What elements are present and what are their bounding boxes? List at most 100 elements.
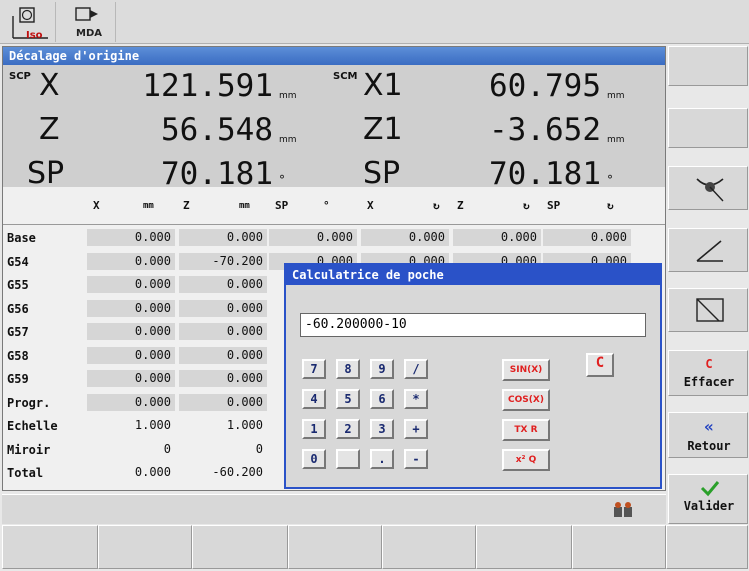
bottom-softkey-6[interactable] [476,525,572,569]
table-cell[interactable]: 0.000 [87,299,175,317]
triangle-softkey[interactable] [668,288,748,332]
valider-softkey[interactable]: Valider [668,474,748,524]
axis-label: X1 [363,68,403,103]
table-cell[interactable]: 0.000 [179,299,267,317]
bottom-softkey-8[interactable] [666,525,748,569]
calculator-key[interactable]: 2 [336,419,360,439]
bottom-softkey-1[interactable] [2,525,98,569]
axis-label: SP [363,156,401,191]
axis-value: 70.181 [489,156,601,192]
calculator-key[interactable]: - [404,449,428,469]
iso-mode-tab[interactable]: Iso [0,2,56,42]
status-bar [2,494,666,524]
axis-value: 70.181 [161,156,273,192]
col-axis: SP [275,199,289,212]
row-label: Base [7,231,36,245]
table-cell[interactable]: 0.000 [453,229,541,246]
bottom-softkey-3[interactable] [192,525,288,569]
table-cell[interactable]: 0.000 [87,464,175,481]
position-display: SCP SCM X 121.591 mm X1 60.795 mm Z 56.5… [3,65,665,203]
table-cell[interactable]: 0.000 [179,323,267,340]
table-cell[interactable]: 0.000 [179,229,267,246]
scp-tag: SCP [9,71,31,82]
col-unit: ↻ [433,199,440,212]
function-key[interactable]: TX R [502,419,550,441]
scm-tag: SCM [333,71,358,82]
angle-softkey[interactable] [668,228,748,272]
table-cell[interactable]: -70.200 [179,252,267,270]
calculator-key[interactable]: 1 [302,419,326,439]
row-label: G55 [7,278,29,292]
axis-unit: ° [279,173,285,187]
calculator-key[interactable]: . [370,449,394,469]
table-cell[interactable]: -60.200 [179,464,267,481]
function-key[interactable]: COS(X) [502,389,550,411]
effacer-softkey[interactable]: C Effacer [668,350,748,396]
table-cell[interactable]: 0.000 [179,393,267,411]
axis-label: Z1 [363,112,403,147]
calculator-key[interactable]: 3 [370,419,394,439]
table-cell[interactable]: 0.000 [87,370,175,387]
calculator-key[interactable]: * [404,389,428,409]
table-cell[interactable]: 0.000 [87,252,175,270]
calculator-key[interactable]: 6 [370,389,394,409]
calculator-key[interactable]: 8 [336,359,360,379]
table-cell[interactable]: 0.000 [179,276,267,293]
row-label: Miroir [7,442,51,457]
bottom-softkey-5[interactable] [382,525,476,569]
axis-unit: mm [607,91,625,101]
col-axis: X [367,199,374,212]
table-cell[interactable]: 0.000 [179,346,267,364]
bottom-softkey-4[interactable] [288,525,382,569]
bottom-softkey-2[interactable] [98,525,192,569]
calculator-key[interactable]: 7 [302,359,326,379]
col-axis: X [93,199,100,212]
probe-icon [696,178,724,202]
mda-mode-tab[interactable]: MDA [56,2,116,42]
effacer-letter: C [705,357,713,371]
table-cell[interactable]: 0.000 [179,370,267,387]
table-cell[interactable]: 0.000 [269,229,357,246]
col-unit: ° [323,199,330,212]
calculator-key[interactable]: 4 [302,389,326,409]
top-mode-bar: Iso MDA [0,0,749,44]
axis-value: 56.548 [161,112,273,148]
function-key[interactable]: SIN(X) [502,359,550,381]
softkey-1[interactable] [668,46,748,86]
col-axis: Z [457,199,464,212]
effacer-label: Effacer [683,375,735,389]
table-cell[interactable]: 0 [179,440,267,458]
calculator-key[interactable]: 9 [370,359,394,379]
calculator-key[interactable]: + [404,419,428,439]
bottom-softkey-7[interactable] [572,525,666,569]
table-cell[interactable]: 0.000 [87,346,175,364]
table-cell[interactable]: 0.000 [87,229,175,246]
axis-unit: ° [607,173,613,187]
clear-key[interactable]: C [586,353,614,377]
table-cell[interactable]: 1.000 [87,417,175,434]
col-axis: Z [183,199,190,212]
table-cell[interactable]: 1.000 [179,417,267,434]
retour-softkey[interactable]: « Retour [668,412,748,458]
function-key[interactable]: x² Q [502,449,550,471]
row-label: G59 [7,372,29,386]
calculator-key[interactable]: 0 [302,449,326,469]
calculator-key[interactable]: / [404,359,428,379]
calculator-key[interactable]: 5 [336,389,360,409]
table-cell[interactable]: 0.000 [361,229,449,246]
angle-icon [696,240,723,262]
row-label: Progr. [7,395,51,410]
axis-value: -3.652 [489,112,601,148]
table-cell[interactable]: 0.000 [87,276,175,293]
channel-status-icon [614,502,632,517]
table-cell[interactable]: 0.000 [87,393,175,411]
row-label: Total [7,466,44,480]
teach-point-softkey[interactable] [668,166,748,210]
calculator-key[interactable] [336,449,360,469]
pocket-calculator-dialog: Calculatrice de poche -60.200000-10 7 8 9/… [284,263,662,489]
table-cell[interactable]: 0.000 [543,229,631,246]
softkey-2[interactable] [668,108,748,148]
table-cell[interactable]: 0 [87,440,175,458]
table-cell[interactable]: 0.000 [87,323,175,340]
col-unit: mm [143,201,154,211]
